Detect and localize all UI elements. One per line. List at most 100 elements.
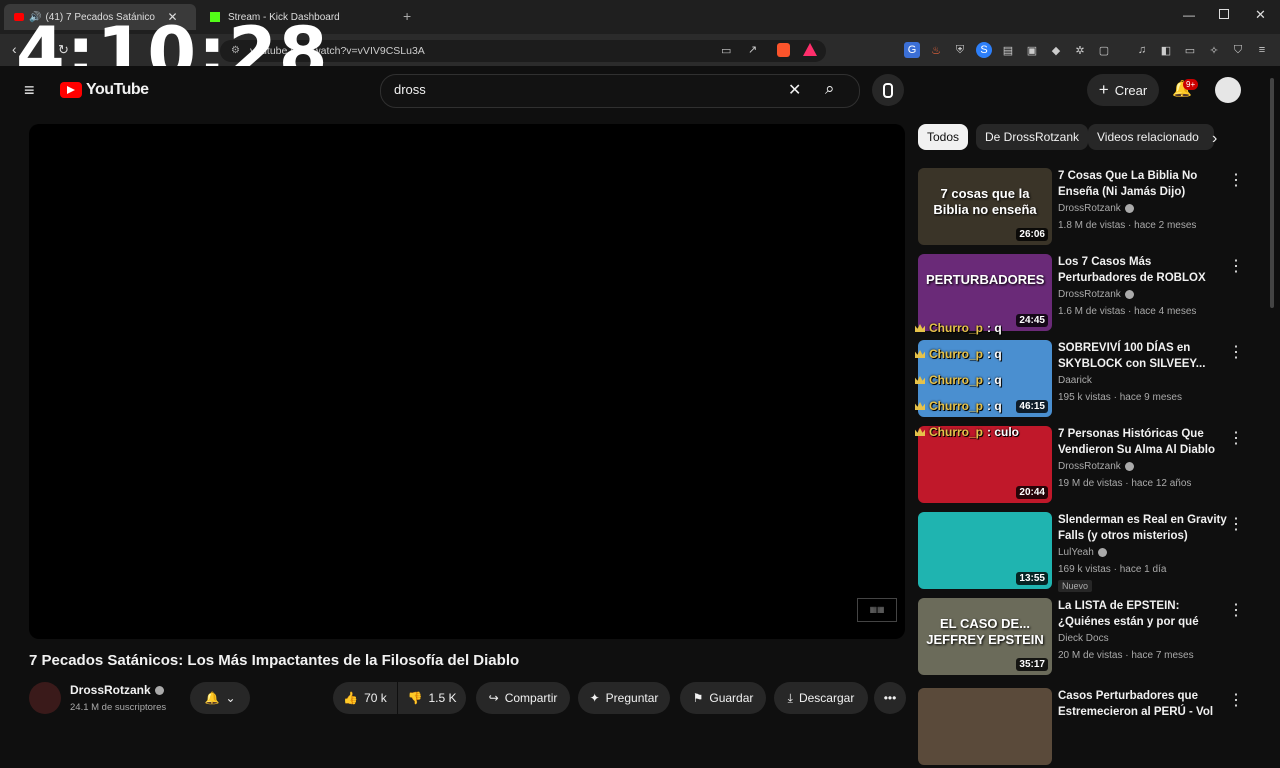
recommendation-channel[interactable]: Dieck Docs [1058,633,1109,644]
clear-search-icon[interactable]: ✕ [788,80,801,100]
chip-relacionados[interactable]: Videos relacionado [1088,124,1214,150]
ext-box-icon[interactable]: ▣ [1024,42,1040,58]
more-vertical-icon[interactable]: ⋮ [1228,600,1244,620]
plus-icon: + [1098,80,1109,99]
sidebar-icon[interactable]: ◧ [1158,42,1174,58]
ai-sparkle-icon[interactable]: ✧ [1206,42,1222,58]
recommendation-item[interactable]: 7 cosas que la Biblia no enseña 26:06 7 Co… [918,168,1258,248]
new-tab-icon[interactable]: + [403,8,411,24]
brave-rewards-icon[interactable] [803,43,817,56]
recommendation-channel[interactable]: DrossRotzank [1058,203,1134,214]
recommendation-channel[interactable]: LulYeah [1058,547,1107,558]
thumbnail[interactable]: 13:55 [918,512,1052,589]
recommendation-channel[interactable]: DrossRotzank [1058,461,1134,472]
thumbnail[interactable] [918,688,1052,765]
ext-blue-icon[interactable]: S [976,42,992,58]
translate-ext-icon[interactable]: G [904,42,920,58]
thumbnail[interactable]: EL CASO DE... JEFFREY EPSTEIN 35:17 [918,598,1052,675]
recommendation-title[interactable]: SOBREVIVÍ 100 DÍAS en SKYBLOCK con SILVE… [1058,340,1228,372]
save-button[interactable]: ⚑ Guardar [680,682,766,714]
channel-text: Daarick [1058,375,1092,386]
channel-avatar[interactable] [29,682,61,714]
doc-ext-icon[interactable]: ▤ [1000,42,1016,58]
thumbnail[interactable]: 7 cosas que la Biblia no enseña 26:06 [918,168,1052,245]
thumbnail[interactable]: PERTURBADORES 24:45 [918,254,1052,331]
chat-text: : q [987,347,1002,361]
more-vertical-icon[interactable]: ⋮ [1228,690,1244,710]
channel-text: LulYeah [1058,547,1094,558]
youtube-logo-text[interactable]: YouTube [86,81,149,99]
recommendation-title[interactable]: Slenderman es Real en Gravity Falls (y o… [1058,512,1228,544]
video-player[interactable] [29,124,905,639]
ask-label: Preguntar [605,691,659,705]
download-icon: ⤓ [787,690,793,705]
page-scrollbar[interactable] [1270,70,1276,720]
chat-user: Churro_p [929,373,983,387]
avatar[interactable] [1215,77,1241,103]
ask-button[interactable]: ✦ Preguntar [578,682,670,714]
fire-ext-icon[interactable]: ♨ [928,42,944,58]
chat-text: : q [987,321,1002,335]
chat-user: Churro_p [929,399,983,413]
chevron-right-icon[interactable]: › [1212,130,1217,148]
dislike-button[interactable]: 👎 1.5 K [398,682,466,714]
recommendation-title[interactable]: 7 Personas Históricas Que Vendieron Su A… [1058,426,1228,458]
shield-ext-icon[interactable]: ⛨ [952,42,968,58]
duration-badge: 20:44 [1016,486,1048,499]
search-icon[interactable]: ⌕ [825,79,835,99]
maximize-icon[interactable] [1219,9,1229,19]
subscribed-bell-button[interactable]: 🔔 ⌄ [190,682,250,714]
more-vertical-icon[interactable]: ⋮ [1228,256,1244,276]
ext-diamond-icon[interactable]: ◆ [1048,42,1064,58]
recommendation-channel[interactable]: DrossRotzank [1058,289,1134,300]
share-page-icon[interactable]: ↗ [748,43,757,56]
chip-de-dross[interactable]: De DrossRotzank [976,124,1089,150]
ext-window-icon[interactable]: ▢ [1096,42,1112,58]
more-actions-button[interactable]: ••• [874,682,906,714]
thumbnail-text: PERTURBADORES [926,272,1045,287]
recommendation-title[interactable]: Casos Perturbadores que Estremecieron al… [1058,688,1228,721]
chevron-down-icon: ⌄ [225,691,236,705]
menu-icon[interactable]: ≡ [1254,42,1270,58]
recommendation-item[interactable]: EL CASO DE... JEFFREY EPSTEIN 35:17 La LIS… [918,598,1258,678]
more-vertical-icon[interactable]: ⋮ [1228,342,1244,362]
recommendation-meta: 1.6 M de vistas · hace 4 meses [1058,306,1197,317]
share-icon: ↪ [488,691,499,705]
scrollbar-thumb[interactable] [1270,78,1274,308]
more-vertical-icon[interactable]: ⋮ [1228,428,1244,448]
create-button[interactable]: + Crear [1087,74,1159,106]
recommendation-title[interactable]: 7 Cosas Que La Biblia No Enseña (Ni Jamá… [1058,168,1228,200]
vpn-icon[interactable]: ⛉ [1230,42,1246,58]
mic-button[interactable] [872,74,904,106]
channel-name[interactable]: DrossRotzank [70,683,164,697]
more-vertical-icon[interactable]: ⋮ [1228,170,1244,190]
wallet-icon[interactable]: ▭ [1182,42,1198,58]
thumbs-down-icon: 👎 [407,691,423,705]
close-window-icon[interactable]: ✕ [1255,7,1266,23]
recommendation-title[interactable]: La LISTA de EPSTEIN: ¿Quiénes están y po… [1058,598,1228,631]
recommendation-item[interactable]: Casos Perturbadores que Estremecieron al… [918,688,1258,768]
bookmark-icon: ⚑ [692,691,704,705]
duration-badge: 35:17 [1016,658,1048,671]
more-vertical-icon[interactable]: ⋮ [1228,514,1244,534]
play-glyph-icon [67,86,75,94]
chip-todos[interactable]: Todos [918,124,969,150]
recommendation-title[interactable]: Los 7 Casos Más Perturbadores de ROBLOX [1058,254,1228,286]
chat-user: Churro_p [929,321,983,335]
cast-icon[interactable]: ▭ [721,44,731,57]
chat-user: Churro_p [929,347,983,361]
download-button[interactable]: ⤓ Descargar [774,682,868,714]
music-icon[interactable]: ♫ [1134,42,1150,58]
minimize-icon[interactable]: — [1183,8,1195,22]
share-label: Compartir [504,691,558,705]
brave-shield-icon[interactable] [777,43,790,57]
share-button[interactable]: ↪ Compartir [476,682,570,714]
puzzle-ext-icon[interactable]: ✲ [1072,42,1088,58]
hamburger-icon[interactable]: ≡ [24,80,35,101]
recommendation-channel[interactable]: Daarick [1058,375,1092,386]
recommendation-item[interactable]: 13:55 Slenderman es Real en Gravity Falls… [918,512,1258,592]
recommendation-meta: 1.8 M de vistas · hace 2 meses [1058,220,1197,231]
notification-badge: 9+ [1183,79,1199,90]
search-value[interactable]: dross [394,82,426,97]
like-button[interactable]: 👍 70 k [333,682,397,714]
